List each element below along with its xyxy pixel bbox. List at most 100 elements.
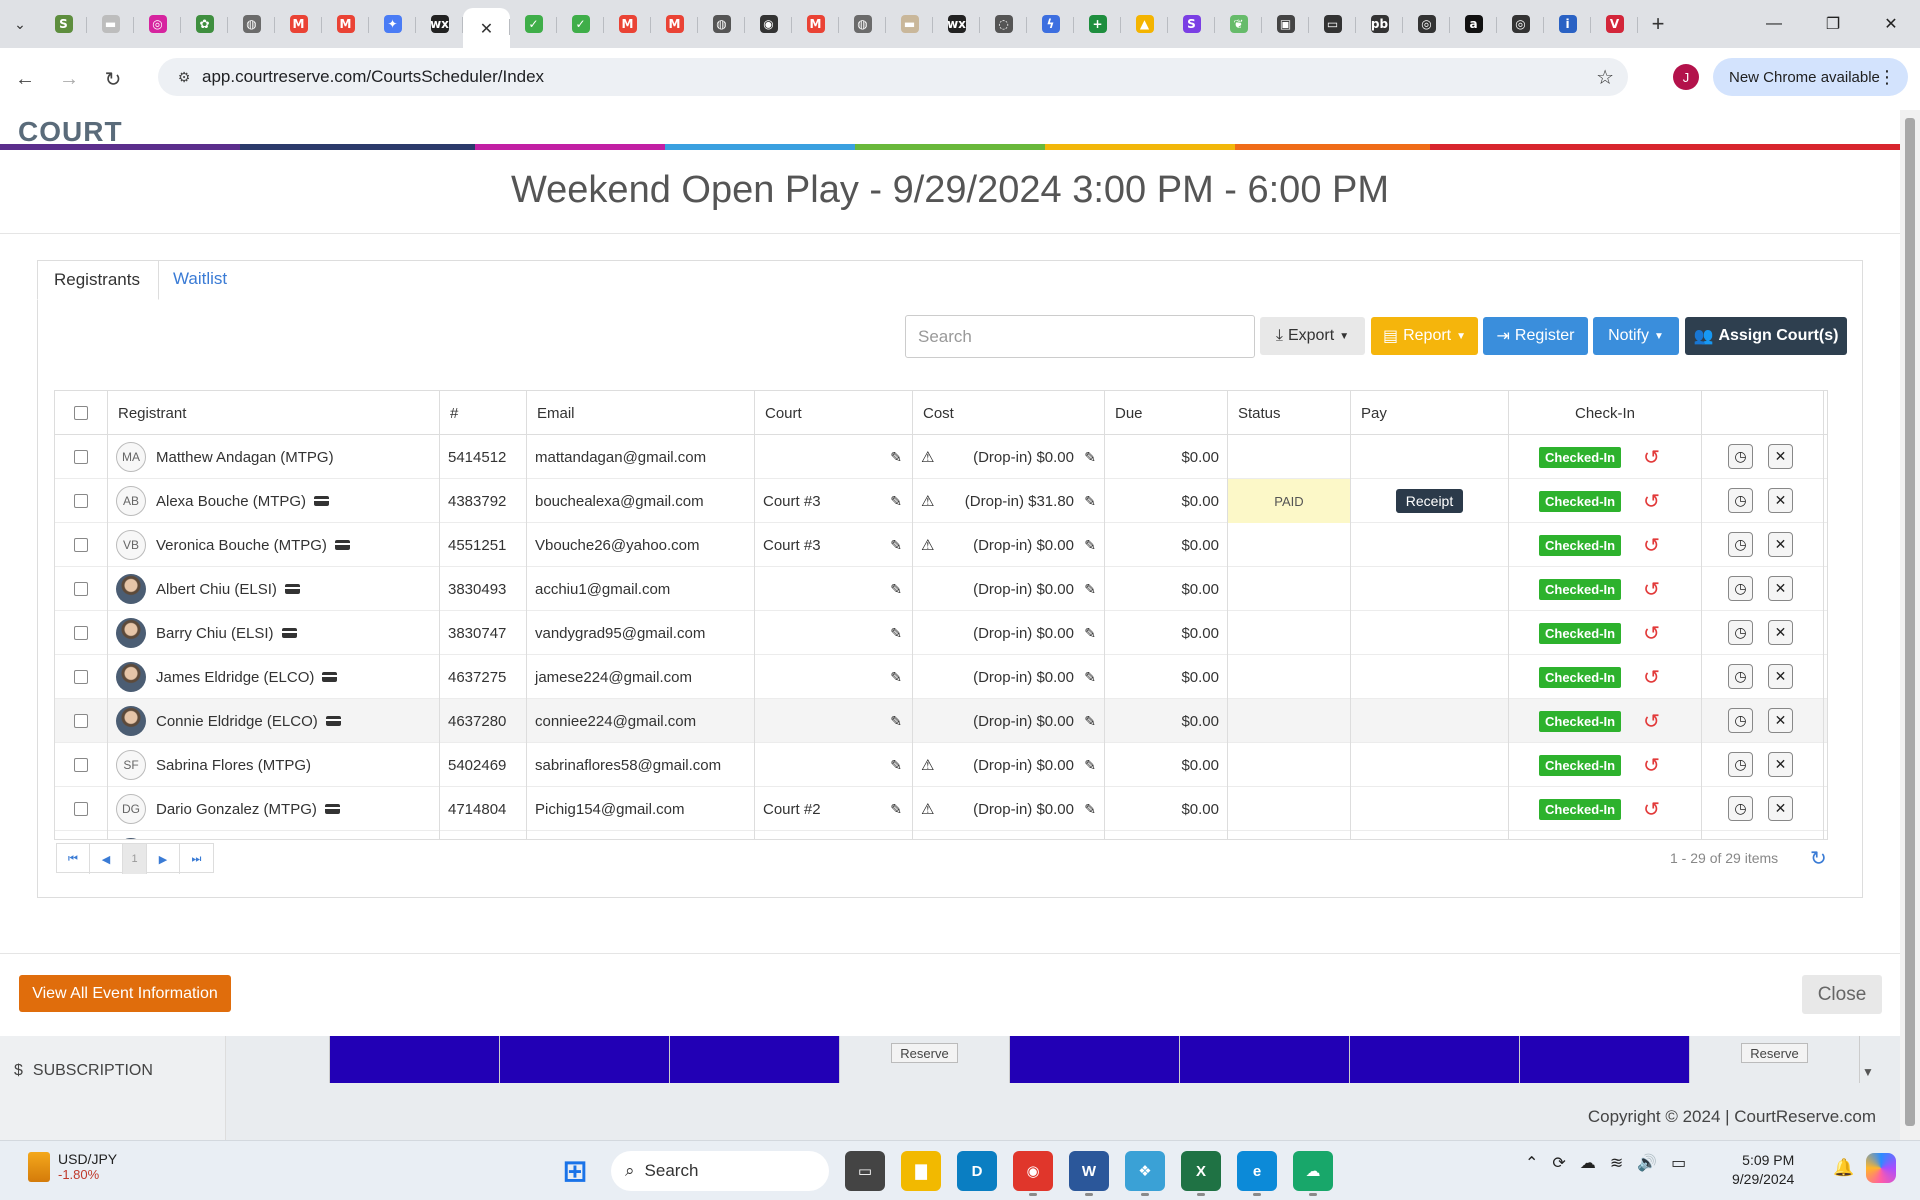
search-input[interactable] <box>905 315 1255 358</box>
clock-history-icon[interactable]: ◷ <box>1728 488 1753 513</box>
registrant-name-link[interactable]: Sabrina Flores (MTPG) <box>156 757 311 774</box>
address-bar[interactable]: ⚙ app.courtreserve.com/CourtsScheduler/I… <box>158 58 1628 96</box>
remove-x-icon[interactable]: ✕ <box>1768 488 1793 513</box>
reservation-block[interactable] <box>1520 1035 1690 1083</box>
browser-tab[interactable]: ◎ <box>134 6 181 42</box>
bookmark-star-icon[interactable]: ☆ <box>1596 65 1614 90</box>
forward-arrow-icon[interactable]: → <box>50 60 88 98</box>
dell-icon[interactable]: D <box>957 1151 997 1191</box>
undo-check-in-icon[interactable]: ↺ <box>1643 709 1660 734</box>
reservation-block[interactable] <box>500 1035 670 1083</box>
edit-court-pencil-icon[interactable]: ✎ <box>890 449 902 466</box>
registrant-name-link[interactable]: Alexa Bouche (MTPG) <box>156 493 306 510</box>
battery-icon[interactable]: ▭ <box>1671 1153 1686 1173</box>
row-checkbox[interactable] <box>74 538 88 552</box>
chrome-icon[interactable]: ◉ <box>1013 1151 1053 1196</box>
browser-tab[interactable]: M <box>651 6 698 42</box>
remove-x-icon[interactable]: ✕ <box>1768 664 1793 689</box>
browser-tab[interactable]: M <box>275 6 322 42</box>
clock-history-icon[interactable]: ◷ <box>1728 664 1753 689</box>
header-registrant[interactable]: Registrant <box>108 391 440 435</box>
edit-cost-pencil-icon[interactable]: ✎ <box>1084 581 1096 598</box>
clock-history-icon[interactable]: ◷ <box>1728 620 1753 645</box>
remove-x-icon[interactable]: ✕ <box>1768 796 1793 821</box>
browser-tab[interactable]: ▭ <box>1309 6 1356 42</box>
notification-bell-icon[interactable]: 🔔 <box>1833 1158 1854 1178</box>
select-all-checkbox[interactable] <box>74 406 88 420</box>
header-check-in[interactable]: Check-In <box>1509 391 1702 435</box>
edit-court-pencil-icon[interactable]: ✎ <box>890 493 902 510</box>
edit-court-pencil-icon[interactable]: ✎ <box>890 713 902 730</box>
registrant-name-link[interactable]: Dario Gonzalez (MTPG) <box>156 801 317 818</box>
browser-tab[interactable]: ✿ <box>181 6 228 42</box>
clock[interactable]: 5:09 PM 9/29/2024 <box>1732 1151 1794 1189</box>
browser-tab[interactable]: + <box>1074 6 1121 42</box>
volume-icon[interactable]: 🔊 <box>1637 1153 1657 1173</box>
checked-in-badge[interactable]: Checked-In <box>1539 578 1622 600</box>
browser-tab[interactable]: i <box>1544 6 1591 42</box>
browser-tab[interactable]: ▣ <box>1262 6 1309 42</box>
windows-start-icon[interactable]: ⊞ <box>555 1151 595 1191</box>
row-checkbox[interactable] <box>74 582 88 596</box>
sidebar-item-subscription[interactable]: $ SUBSCRIPTION <box>14 1062 153 1080</box>
register-button[interactable]: ⇥ Register <box>1483 317 1588 355</box>
taskbar-search[interactable]: ⌕ Search <box>611 1151 829 1191</box>
browser-tab[interactable]: ◉ <box>745 6 792 42</box>
remove-x-icon[interactable]: ✕ <box>1768 576 1793 601</box>
first-page-icon[interactable]: ⏮ <box>57 844 90 874</box>
clock-history-icon[interactable]: ◷ <box>1728 444 1753 469</box>
page-scrollbar[interactable] <box>1900 110 1920 1140</box>
tab-search-chevron-icon[interactable]: ⌄ <box>0 4 40 44</box>
notify-button[interactable]: Notify ▼ <box>1593 317 1679 355</box>
browser-tab[interactable]: pb <box>1356 6 1403 42</box>
header-email[interactable]: Email <box>527 391 755 435</box>
checked-in-badge[interactable]: Checked-In <box>1539 490 1622 512</box>
restore-icon[interactable]: ❐ <box>1804 0 1862 48</box>
edit-court-pencil-icon[interactable]: ✎ <box>890 801 902 818</box>
back-arrow-icon[interactable]: ← <box>6 60 44 98</box>
checked-in-badge[interactable]: Checked-In <box>1539 666 1622 688</box>
header-status[interactable]: Status <box>1228 391 1351 435</box>
checked-in-badge[interactable]: Checked-In <box>1539 534 1622 556</box>
header-pay[interactable]: Pay <box>1351 391 1509 435</box>
registrant-name-link[interactable]: Barry Chiu (ELSI) <box>156 625 274 642</box>
export-button[interactable]: ⤓ Export ▼ <box>1260 317 1365 355</box>
browser-tab[interactable]: ◍ <box>839 6 886 42</box>
scroll-down-icon[interactable]: ▼ <box>1862 1065 1874 1079</box>
checked-in-badge[interactable]: Checked-In <box>1539 622 1622 644</box>
edit-cost-pencil-icon[interactable]: ✎ <box>1084 713 1096 730</box>
tab-waitlist[interactable]: Waitlist <box>173 269 227 289</box>
browser-tab-active[interactable]: ✕ <box>463 8 510 48</box>
edit-court-pencil-icon[interactable]: ✎ <box>890 581 902 598</box>
wifi-icon[interactable]: ≋ <box>1610 1153 1623 1173</box>
browser-tab[interactable]: ▬ <box>886 6 933 42</box>
edit-cost-pencil-icon[interactable]: ✎ <box>1084 625 1096 642</box>
edit-court-pencil-icon[interactable]: ✎ <box>890 669 902 686</box>
row-checkbox[interactable] <box>74 626 88 640</box>
header-court[interactable]: Court <box>755 391 913 435</box>
clock-history-icon[interactable]: ◷ <box>1728 752 1753 777</box>
reservation-block[interactable] <box>330 1035 500 1083</box>
reservation-block[interactable] <box>1010 1035 1180 1083</box>
excel-icon[interactable]: X <box>1181 1151 1221 1196</box>
registrant-name-link[interactable]: Albert Chiu (ELSI) <box>156 581 277 598</box>
checked-in-badge[interactable]: Checked-In <box>1539 754 1622 776</box>
browser-tab[interactable]: ✓ <box>557 6 604 42</box>
chevron-up-icon[interactable]: ⌃ <box>1525 1153 1538 1173</box>
last-page-icon[interactable]: ⏭ <box>180 844 213 874</box>
url-text[interactable]: app.courtreserve.com/CourtsScheduler/Ind… <box>202 67 544 87</box>
clock-history-icon[interactable]: ◷ <box>1728 576 1753 601</box>
browser-tab[interactable]: ◎ <box>1403 6 1450 42</box>
task-view-icon[interactable]: ▭ <box>845 1151 885 1191</box>
edit-cost-pencil-icon[interactable]: ✎ <box>1084 537 1096 554</box>
current-page[interactable]: 1 <box>123 844 147 874</box>
remove-x-icon[interactable]: ✕ <box>1768 752 1793 777</box>
remove-x-icon[interactable]: ✕ <box>1768 532 1793 557</box>
browser-tab[interactable]: V <box>1591 6 1638 42</box>
profile-avatar[interactable]: J <box>1673 64 1699 90</box>
reservation-block[interactable] <box>1350 1035 1520 1083</box>
browser-tab[interactable]: M <box>322 6 369 42</box>
registrant-name-link[interactable]: Matthew Andagan (MTPG) <box>156 449 334 466</box>
edit-cost-pencil-icon[interactable]: ✎ <box>1084 757 1096 774</box>
undo-check-in-icon[interactable]: ↺ <box>1643 621 1660 646</box>
